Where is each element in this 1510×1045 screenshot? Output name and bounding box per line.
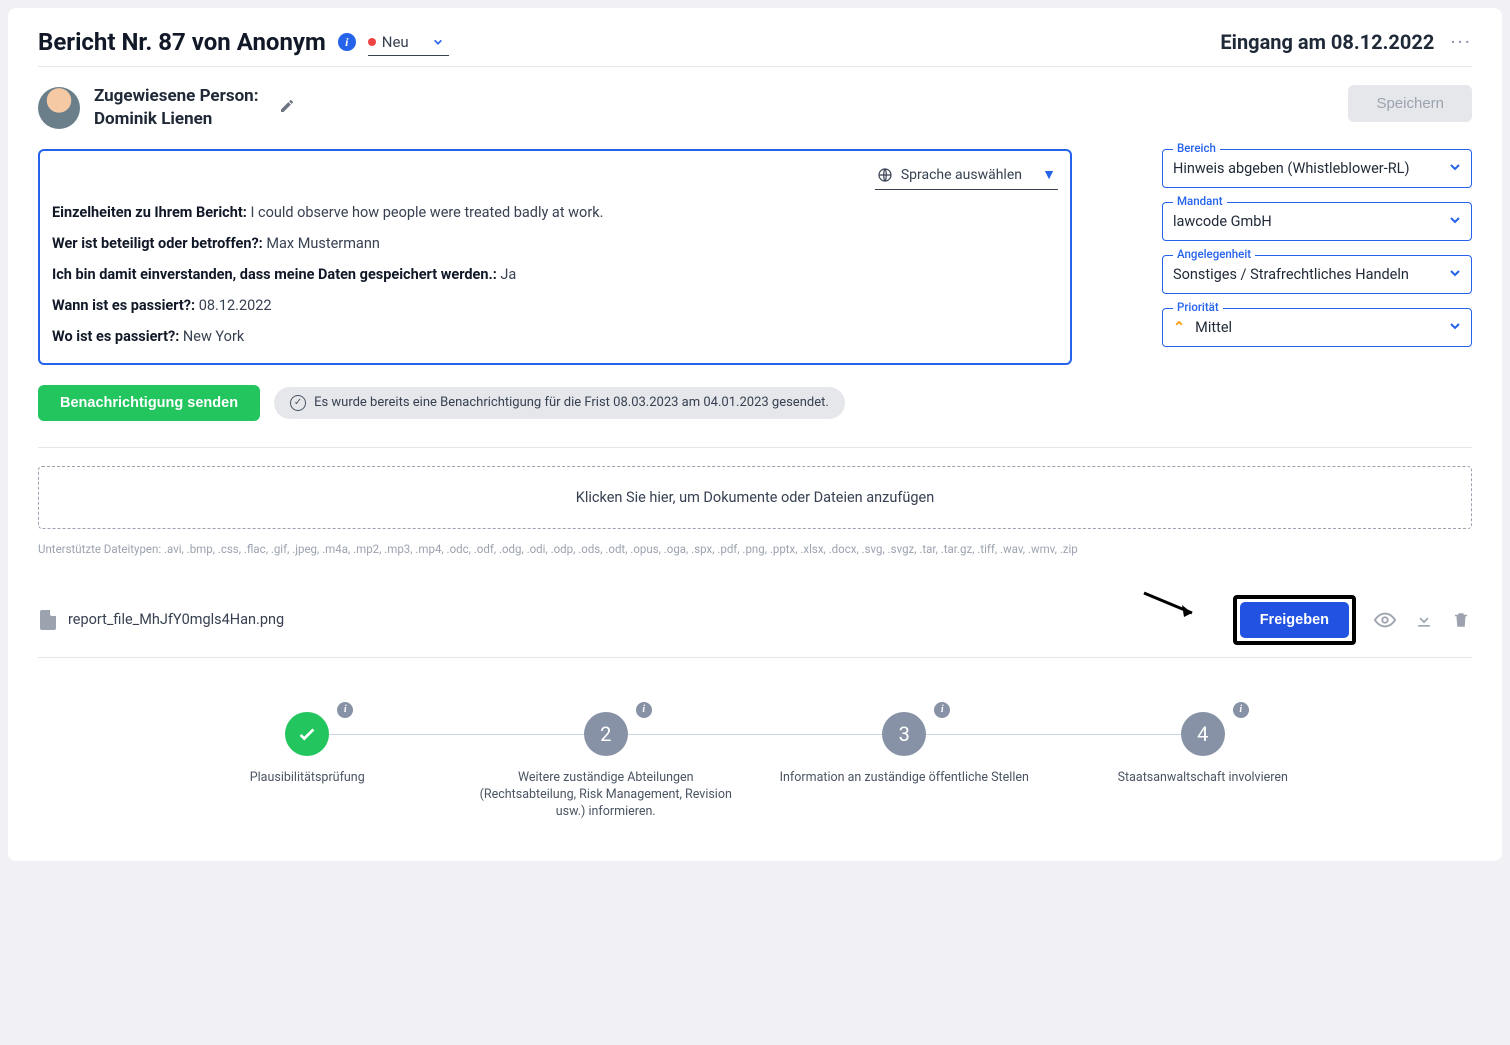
check-circle-icon: ✓ [290, 395, 306, 411]
file-row: report_file_MhJfY0mgls4Han.png Freigeben [38, 579, 1472, 658]
divider [38, 66, 1472, 67]
chevron-down-icon [1449, 160, 1461, 177]
assigned-name: Dominik Lienen [94, 109, 212, 129]
chevron-down-icon [1449, 319, 1461, 336]
prioritaet-value: Mittel [1195, 319, 1232, 336]
header-row: Bericht Nr. 87 von Anonym i Neu Eingang … [38, 28, 1472, 56]
assigned-text: Zugewiesene Person: Dominik Lienen [94, 85, 259, 131]
arrow-annotation-icon [1142, 585, 1202, 625]
edit-icon[interactable] [279, 98, 295, 118]
step-circle: 4 [1181, 712, 1225, 756]
header-left: Bericht Nr. 87 von Anonym i Neu [38, 28, 449, 56]
bereich-select[interactable]: Bereich Hinweis abgeben (Whistleblower-R… [1162, 149, 1472, 188]
download-icon[interactable] [1414, 610, 1434, 630]
field-legend: Bereich [1173, 141, 1220, 155]
prioritaet-select[interactable]: Priorität ⌃ Mittel [1162, 308, 1472, 347]
avatar [38, 87, 80, 129]
more-menu-icon[interactable]: ··· [1450, 35, 1472, 49]
status-select[interactable]: Neu [368, 29, 449, 56]
details-box: Sprache auswählen ▼ Einzelheiten zu Ihre… [38, 149, 1072, 365]
chevron-down-icon [433, 37, 443, 47]
status-dot-icon [368, 38, 376, 46]
chevron-down-icon: ▼ [1044, 170, 1054, 180]
globe-icon [877, 167, 893, 183]
received-date: Eingang am 08.12.2022 [1220, 30, 1434, 54]
step-circle: 2 [584, 712, 628, 756]
step-2[interactable]: i 2 Weitere zuständige Abteilungen (Rech… [457, 712, 756, 821]
assigned-left: Zugewiesene Person: Dominik Lienen [38, 85, 295, 131]
assigned-label: Zugewiesene Person: [94, 86, 259, 106]
detail-field: Wann ist es passiert?: 08.12.2022 [52, 297, 1058, 314]
chevron-down-icon [1449, 213, 1461, 230]
mandant-select[interactable]: Mandant lawcode GmbH [1162, 202, 1472, 241]
file-dropzone[interactable]: Klicken Sie hier, um Dokumente oder Date… [38, 466, 1472, 529]
supported-filetypes: Unterstützte Dateitypen: .avi, .bmp, .cs… [38, 541, 1472, 557]
detail-field: Wo ist es passiert?: New York [52, 328, 1058, 345]
angelegenheit-select[interactable]: Angelegenheit Sonstiges / Strafrechtlich… [1162, 255, 1472, 294]
body-row: Sprache auswählen ▼ Einzelheiten zu Ihre… [38, 149, 1472, 365]
step-label: Information an zuständige öffentliche St… [774, 770, 1034, 787]
notify-row: Benachrichtigung senden ✓ Es wurde berei… [38, 385, 1472, 421]
step-3[interactable]: i 3 Information an zuständige öffentlich… [755, 712, 1054, 787]
step-info-icon[interactable]: i [636, 702, 652, 718]
release-button[interactable]: Freigeben [1240, 602, 1349, 638]
language-label: Sprache auswählen [901, 167, 1022, 183]
bereich-value: Hinweis abgeben (Whistleblower-RL) [1173, 160, 1410, 177]
step-label: Staatsanwaltschaft involvieren [1073, 770, 1333, 787]
step-info-icon[interactable]: i [934, 702, 950, 718]
annotation-highlight: Freigeben [1233, 595, 1356, 645]
field-legend: Angelegenheit [1173, 247, 1255, 261]
preview-icon[interactable] [1374, 609, 1396, 631]
divider [38, 447, 1472, 448]
detail-field: Wer ist beteiligt oder betroffen?: Max M… [52, 235, 1058, 252]
step-4[interactable]: i 4 Staatsanwaltschaft involvieren [1054, 712, 1353, 787]
priority-up-icon: ⌃ [1173, 319, 1185, 336]
mandant-value: lawcode GmbH [1173, 213, 1272, 230]
angelegenheit-value: Sonstiges / Strafrechtliches Handeln [1173, 266, 1409, 283]
file-actions: Freigeben [1233, 595, 1470, 645]
file-icon [40, 610, 56, 630]
report-card: Bericht Nr. 87 von Anonym i Neu Eingang … [8, 8, 1502, 861]
detail-field: Einzelheiten zu Ihrem Bericht: I could o… [52, 204, 1058, 221]
send-notification-button[interactable]: Benachrichtigung senden [38, 385, 260, 421]
notification-status-text: Es wurde bereits eine Benachrichtigung f… [314, 395, 829, 410]
language-row: Sprache auswählen ▼ [52, 165, 1058, 190]
process-steps: i Plausibilitätsprüfung i 2 Weitere zust… [38, 712, 1472, 821]
notification-status-pill: ✓ Es wurde bereits eine Benachrichtigung… [274, 387, 845, 419]
step-label: Weitere zuständige Abteilungen (Rechtsab… [476, 770, 736, 821]
side-fields: Bereich Hinweis abgeben (Whistleblower-R… [1162, 149, 1472, 347]
priority-value-wrap: ⌃ Mittel [1173, 319, 1232, 336]
field-legend: Priorität [1173, 300, 1223, 314]
status-text: Neu [382, 33, 409, 51]
report-title: Bericht Nr. 87 von Anonym [38, 28, 326, 56]
chevron-down-icon [1449, 266, 1461, 283]
language-select[interactable]: Sprache auswählen ▼ [875, 165, 1058, 190]
header-right: Eingang am 08.12.2022 ··· [1220, 30, 1472, 54]
save-button: Speichern [1348, 85, 1472, 122]
step-circle: 3 [882, 712, 926, 756]
field-legend: Mandant [1173, 194, 1227, 208]
detail-field: Ich bin damit einverstanden, dass meine … [52, 266, 1058, 283]
info-icon[interactable]: i [338, 33, 356, 51]
step-info-icon[interactable]: i [337, 702, 353, 718]
step-1[interactable]: i Plausibilitätsprüfung [158, 712, 457, 787]
file-name: report_file_MhJfY0mgls4Han.png [68, 611, 284, 628]
step-circle-done [285, 712, 329, 756]
step-label: Plausibilitätsprüfung [177, 770, 437, 787]
file-left: report_file_MhJfY0mgls4Han.png [40, 610, 284, 630]
assigned-row: Zugewiesene Person: Dominik Lienen Speic… [38, 85, 1472, 131]
step-info-icon[interactable]: i [1233, 702, 1249, 718]
delete-icon[interactable] [1452, 610, 1470, 630]
